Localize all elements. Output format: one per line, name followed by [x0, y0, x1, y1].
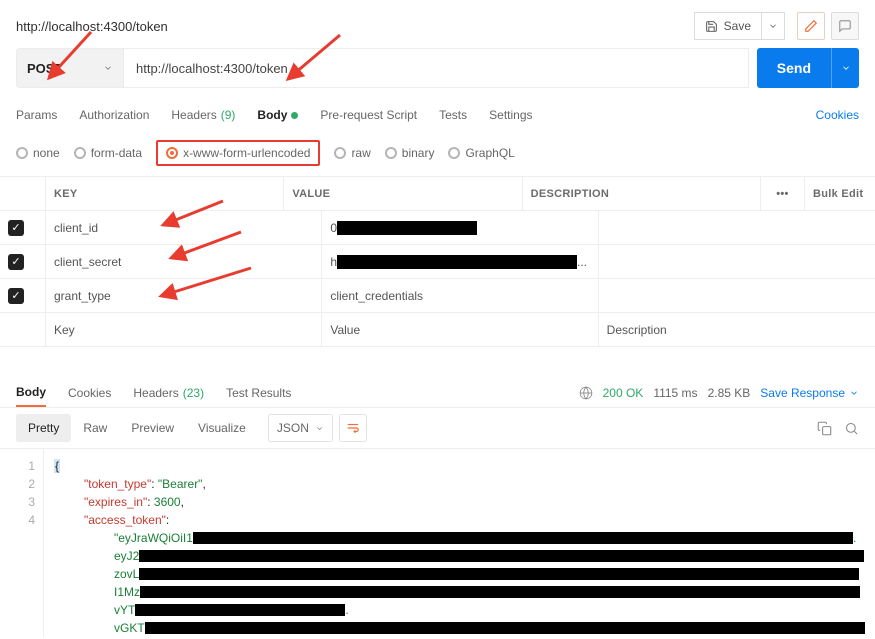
table-row[interactable]: ✓ client_secret h...	[0, 245, 875, 279]
chevron-down-icon	[315, 424, 324, 433]
status-code: 200 OK	[603, 386, 644, 400]
tab-settings[interactable]: Settings	[489, 108, 532, 122]
cell-key[interactable]: client_secret	[46, 245, 322, 278]
bodymode-formdata[interactable]: form-data	[74, 146, 142, 160]
view-visualize[interactable]: Visualize	[186, 414, 258, 442]
chevron-down-icon	[768, 21, 778, 31]
save-label: Save	[724, 19, 751, 33]
chevron-down-icon	[849, 388, 859, 398]
edit-icon	[804, 19, 818, 33]
resp-tab-headers-label: Headers	[133, 386, 178, 400]
body-modified-dot	[291, 112, 298, 119]
resp-tab-cookies[interactable]: Cookies	[68, 386, 111, 400]
bodymode-graphql[interactable]: GraphQL	[448, 146, 514, 160]
bodymode-binary[interactable]: binary	[385, 146, 435, 160]
tab-body[interactable]: Body	[257, 108, 298, 122]
response-size: 2.85 KB	[708, 386, 751, 400]
url-input[interactable]	[124, 48, 749, 88]
send-dropdown[interactable]	[831, 48, 859, 88]
more-columns-button[interactable]: •••	[761, 177, 805, 210]
view-preview[interactable]: Preview	[119, 414, 186, 442]
comment-icon	[838, 19, 852, 33]
edit-button[interactable]	[797, 12, 825, 40]
response-time: 1115 ms	[653, 386, 697, 400]
cell-value-placeholder[interactable]: Value	[322, 313, 598, 346]
col-desc: DESCRIPTION	[523, 177, 761, 210]
view-raw[interactable]: Raw	[71, 414, 119, 442]
save-icon	[705, 20, 718, 33]
save-dropdown[interactable]	[762, 12, 785, 40]
row-checkbox[interactable]: ✓	[8, 288, 24, 304]
cell-desc[interactable]	[599, 279, 875, 312]
line-gutter: 1234	[0, 449, 44, 637]
method-label: POST	[27, 61, 62, 76]
bulk-edit-link[interactable]: Bulk Edit	[805, 177, 875, 210]
request-tab-title: http://localhost:4300/token	[16, 19, 694, 34]
format-select[interactable]: JSON	[268, 414, 333, 442]
comment-button[interactable]	[831, 12, 859, 40]
wrap-icon	[346, 421, 360, 435]
tab-prerequest[interactable]: Pre-request Script	[320, 108, 417, 122]
tab-headers-count: (9)	[221, 108, 236, 122]
cell-key[interactable]: client_id	[46, 211, 322, 244]
resp-tab-body[interactable]: Body	[16, 379, 46, 407]
chevron-down-icon	[841, 63, 851, 73]
col-value: VALUE	[284, 177, 522, 210]
cookies-link[interactable]: Cookies	[816, 108, 859, 122]
cell-desc[interactable]	[599, 211, 875, 244]
wrap-button[interactable]	[339, 414, 367, 442]
method-select[interactable]: POST	[16, 48, 124, 88]
bodymode-raw[interactable]: raw	[334, 146, 370, 160]
tab-body-label: Body	[257, 108, 287, 122]
copy-icon[interactable]	[817, 421, 832, 436]
cell-key-placeholder[interactable]: Key	[46, 313, 322, 346]
save-button[interactable]: Save	[694, 12, 762, 40]
table-row[interactable]: ✓ grant_type client_credentials	[0, 279, 875, 313]
response-body-editor[interactable]: { "token_type": "Bearer", "expires_in": …	[44, 449, 875, 637]
bodymode-none[interactable]: none	[16, 146, 60, 160]
globe-icon[interactable]	[579, 386, 593, 400]
resp-tab-headers-count: (23)	[183, 386, 204, 400]
cell-value[interactable]: h...	[322, 245, 598, 278]
cell-desc-placeholder[interactable]: Description	[599, 313, 875, 346]
resp-tab-headers[interactable]: Headers (23)	[133, 386, 204, 400]
col-key: KEY	[46, 177, 284, 210]
chevron-down-icon	[103, 63, 113, 73]
tab-tests[interactable]: Tests	[439, 108, 467, 122]
row-checkbox[interactable]: ✓	[8, 254, 24, 270]
view-pretty[interactable]: Pretty	[16, 414, 71, 442]
cell-value[interactable]: 0	[322, 211, 598, 244]
send-button[interactable]: Send	[757, 48, 831, 88]
table-row[interactable]: ✓ client_id 0	[0, 211, 875, 245]
search-icon[interactable]	[844, 421, 859, 436]
cell-key[interactable]: grant_type	[46, 279, 322, 312]
cell-desc[interactable]	[599, 245, 875, 278]
tab-params[interactable]: Params	[16, 108, 57, 122]
save-response-button[interactable]: Save Response	[760, 386, 859, 400]
tab-headers-label: Headers	[171, 108, 216, 122]
bodymode-urlencoded[interactable]: x-www-form-urlencoded	[166, 146, 310, 160]
cell-value[interactable]: client_credentials	[322, 279, 598, 312]
row-checkbox[interactable]: ✓	[8, 220, 24, 236]
resp-tab-tests[interactable]: Test Results	[226, 386, 291, 400]
tab-headers[interactable]: Headers (9)	[171, 108, 235, 122]
table-row-new[interactable]: Key Value Description	[0, 313, 875, 347]
tab-authorization[interactable]: Authorization	[79, 108, 149, 122]
